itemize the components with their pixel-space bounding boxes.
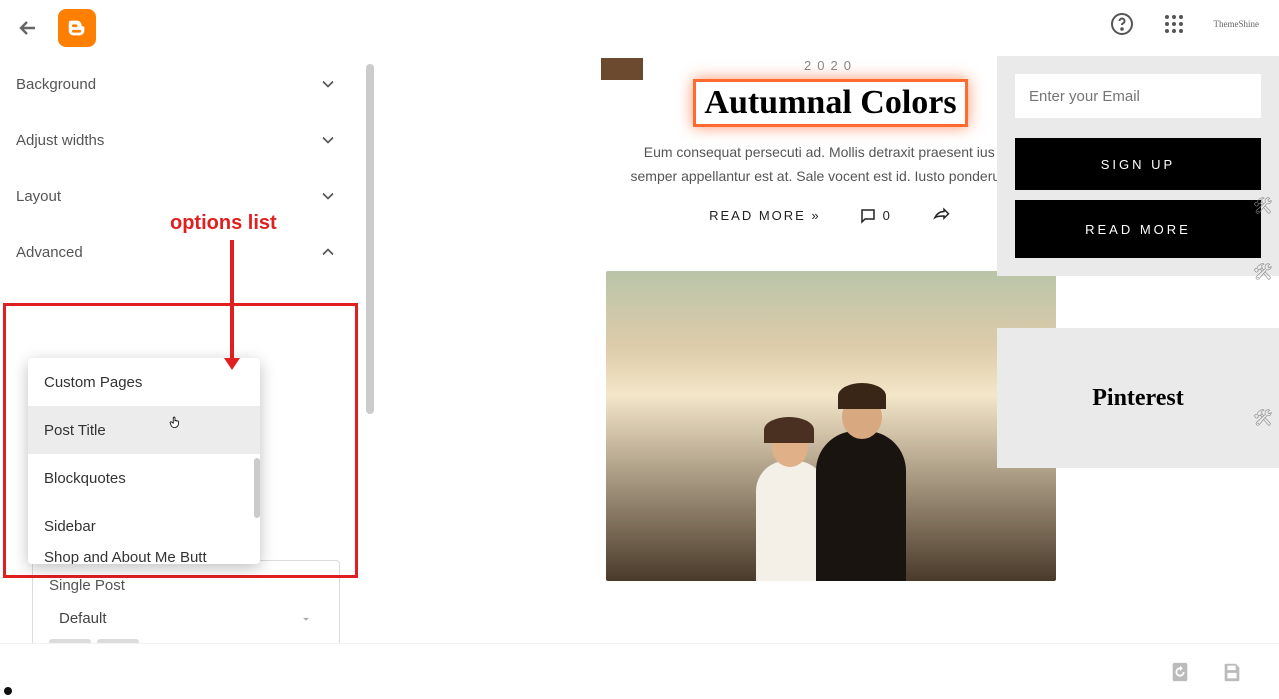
readmore-button[interactable]: READ MORE [1015, 200, 1261, 258]
post-thumb-left [601, 58, 643, 80]
preview-sidebar: SIGN UP 🛠 READ MORE 🛠 Pinterest 🛠 [997, 56, 1279, 468]
section-advanced[interactable]: Advanced [16, 224, 362, 280]
dropdown-item-sidebar[interactable]: Sidebar [28, 502, 260, 550]
single-post-select[interactable]: Default [49, 610, 323, 627]
email-signup-widget: SIGN UP 🛠 READ MORE 🛠 [997, 56, 1279, 276]
blogger-logo[interactable] [58, 9, 96, 47]
pinterest-title: Pinterest [1092, 385, 1184, 412]
post-title[interactable]: Autumnal Colors [693, 79, 967, 127]
back-arrow-icon[interactable] [16, 16, 40, 40]
topbar-actions: ThemeShine [1110, 12, 1260, 36]
theme-name: ThemeShine [1214, 19, 1260, 29]
dropdown-scrollbar[interactable] [254, 458, 260, 518]
dropdown-item-blockquotes[interactable]: Blockquotes [28, 454, 260, 502]
comment-count: 0 [883, 208, 892, 223]
revert-icon[interactable] [1169, 661, 1191, 683]
section-label: Layout [16, 188, 61, 205]
cursor-hand-icon [168, 414, 182, 430]
main: Background Adjust widths Layout Advanced… [0, 56, 1279, 638]
apps-grid-icon[interactable] [1162, 12, 1186, 36]
section-adjust-widths[interactable]: Adjust widths [16, 112, 362, 168]
dropdown-item-shop-about[interactable]: Shop and About Me Butt [28, 550, 260, 564]
post-featured-image [606, 271, 1056, 581]
section-label: Background [16, 76, 96, 93]
single-post-label: Single Post [49, 577, 323, 594]
section-layout[interactable]: Layout [16, 168, 362, 224]
chevron-down-icon [318, 74, 338, 94]
signup-button[interactable]: SIGN UP [1015, 138, 1261, 190]
wrench-icon[interactable]: 🛠 [1253, 196, 1273, 216]
image-figure [816, 431, 906, 581]
topbar: ThemeShine [0, 0, 1279, 56]
chevron-down-icon [299, 612, 313, 626]
chevron-up-icon [318, 242, 338, 262]
preview-scrollbar-area [368, 56, 382, 638]
settings-sidebar: Background Adjust widths Layout Advanced… [0, 56, 362, 638]
wrench-icon[interactable]: 🛠 [1253, 262, 1273, 282]
read-more-link[interactable]: READ MORE » [709, 208, 821, 223]
wrench-icon[interactable]: 🛠 [1253, 408, 1273, 428]
dropdown-item-post-title[interactable]: Post Title [28, 406, 260, 454]
help-icon[interactable] [1110, 12, 1134, 36]
save-icon[interactable] [1221, 661, 1243, 683]
comments-link[interactable]: 0 [859, 207, 892, 225]
comment-icon [859, 207, 877, 225]
share-icon[interactable] [930, 207, 952, 225]
dropdown-item-custom-pages[interactable]: Custom Pages [28, 358, 260, 406]
pinterest-widget: Pinterest 🛠 [997, 328, 1279, 468]
preview-panel: 2020 Autumnal Colors Eum consequat perse… [382, 56, 1279, 638]
email-field[interactable] [1015, 74, 1261, 118]
advanced-options-dropdown[interactable]: Custom Pages Post Title Blockquotes Side… [28, 358, 260, 564]
section-label: Advanced [16, 244, 83, 261]
section-label: Adjust widths [16, 132, 104, 149]
select-value: Default [59, 610, 107, 627]
bottom-toolbar [0, 643, 1279, 699]
status-dot [4, 687, 12, 695]
chevron-down-icon [318, 186, 338, 206]
section-background[interactable]: Background [16, 56, 362, 112]
post-excerpt: Eum consequat persecuti ad. Mollis detra… [621, 141, 1041, 189]
chevron-down-icon [318, 130, 338, 150]
